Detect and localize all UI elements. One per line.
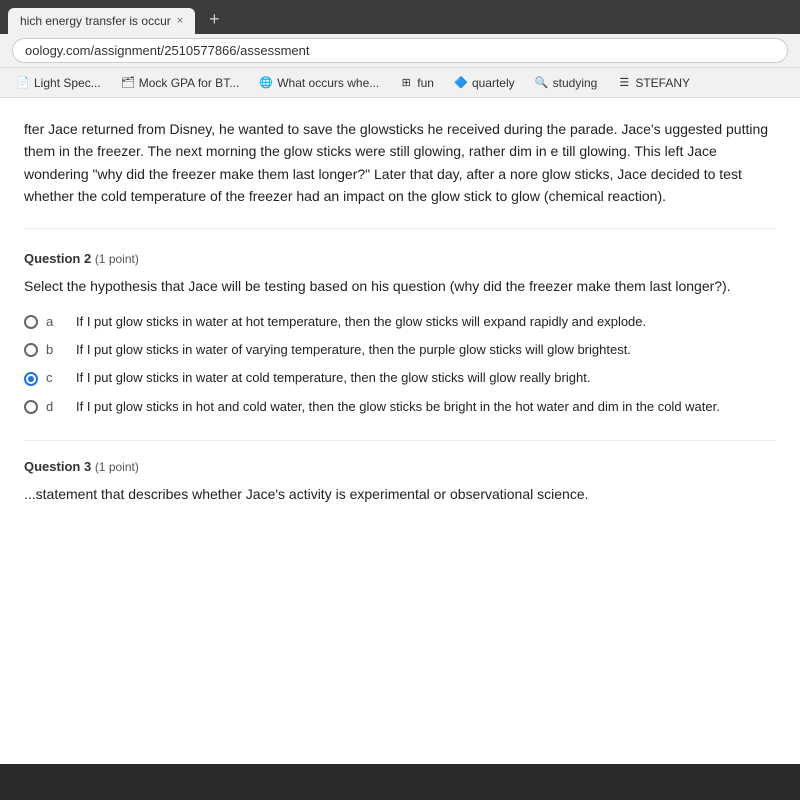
question2-text: Select the hypothesis that Jace will be … [24,276,776,297]
option-a-text: If I put glow sticks in water at hot tem… [76,313,646,331]
option-d-letter: d [46,398,56,416]
tab-title: hich energy transfer is occur [20,14,171,28]
question3-text: ...statement that describes whether Jace… [24,484,776,505]
question3-points: (1 point) [95,460,139,474]
question2-section: Question 2 (1 point) Select the hypothes… [24,249,776,416]
option-a[interactable]: a If I put glow sticks in water at hot t… [24,313,776,331]
bookmark-icon-bm5: 🔷 [454,76,468,90]
option-d-radio[interactable] [24,400,38,414]
tab-bar: hich energy transfer is occur × + [0,0,800,34]
option-d-radio-container[interactable]: d [24,398,64,416]
option-c-radio-container[interactable]: c [24,369,64,387]
question2-label: Question 2 (1 point) [24,249,776,269]
bookmark-icon-bm3: 🌐 [259,76,273,90]
option-c[interactable]: c If I put glow sticks in water at cold … [24,369,776,387]
bookmark-label-bm6: studying [553,76,598,90]
option-b-radio[interactable] [24,343,38,357]
bookmark-label-bm2: Mock GPA for BT... [139,76,239,90]
page-content: fter Jace returned from Disney, he wante… [0,98,800,764]
address-bar [0,34,800,68]
bookmark-label-bm1: Light Spec... [34,76,101,90]
bookmark-bm2[interactable]: 🗂 Mock GPA for BT... [113,73,247,93]
bookmark-bm5[interactable]: 🔷 quartely [446,73,523,93]
passage-text: fter Jace returned from Disney, he wante… [24,118,776,229]
bookmark-icon-bm7: ☰ [617,76,631,90]
new-tab-button[interactable]: + [199,5,230,34]
bookmark-bm6[interactable]: 🔍 studying [527,73,606,93]
option-b[interactable]: b If I put glow sticks in water of varyi… [24,341,776,359]
question2-points: (1 point) [95,252,139,266]
bookmark-icon-bm1: 📄 [16,76,30,90]
bookmark-label-bm5: quartely [472,76,515,90]
bookmark-bm4[interactable]: ⊞ fun [391,73,442,93]
bookmark-bm7[interactable]: ☰ STEFANY [609,73,698,93]
option-b-radio-container[interactable]: b [24,341,64,359]
bookmark-icon-bm2: 🗂 [121,76,135,90]
address-input[interactable] [12,38,788,63]
option-b-text: If I put glow sticks in water of varying… [76,341,631,359]
option-c-text: If I put glow sticks in water at cold te… [76,369,590,387]
bookmark-label-bm7: STEFANY [635,76,690,90]
bookmark-label-bm3: What occurs whe... [277,76,379,90]
bookmark-icon-bm6: 🔍 [535,76,549,90]
bookmark-icon-bm4: ⊞ [399,76,413,90]
question3-section: Question 3 (1 point) ...statement that d… [24,440,776,506]
tab-close-button[interactable]: × [177,15,183,27]
bookmarks-bar: 📄 Light Spec... 🗂 Mock GPA for BT... 🌐 What o… [0,68,800,98]
option-a-radio-container[interactable]: a [24,313,64,331]
question3-label: Question 3 (1 point) [24,457,776,477]
option-c-letter: c [46,369,56,387]
bookmark-bm1[interactable]: 📄 Light Spec... [8,73,109,93]
option-d-text: If I put glow sticks in hot and cold wat… [76,398,720,416]
option-b-letter: b [46,341,56,359]
option-a-radio[interactable] [24,315,38,329]
option-d[interactable]: d If I put glow sticks in hot and cold w… [24,398,776,416]
bookmark-label-bm4: fun [417,76,434,90]
option-c-radio[interactable] [24,372,38,386]
option-a-letter: a [46,313,56,331]
active-tab[interactable]: hich energy transfer is occur × [8,8,195,34]
bookmark-bm3[interactable]: 🌐 What occurs whe... [251,73,387,93]
